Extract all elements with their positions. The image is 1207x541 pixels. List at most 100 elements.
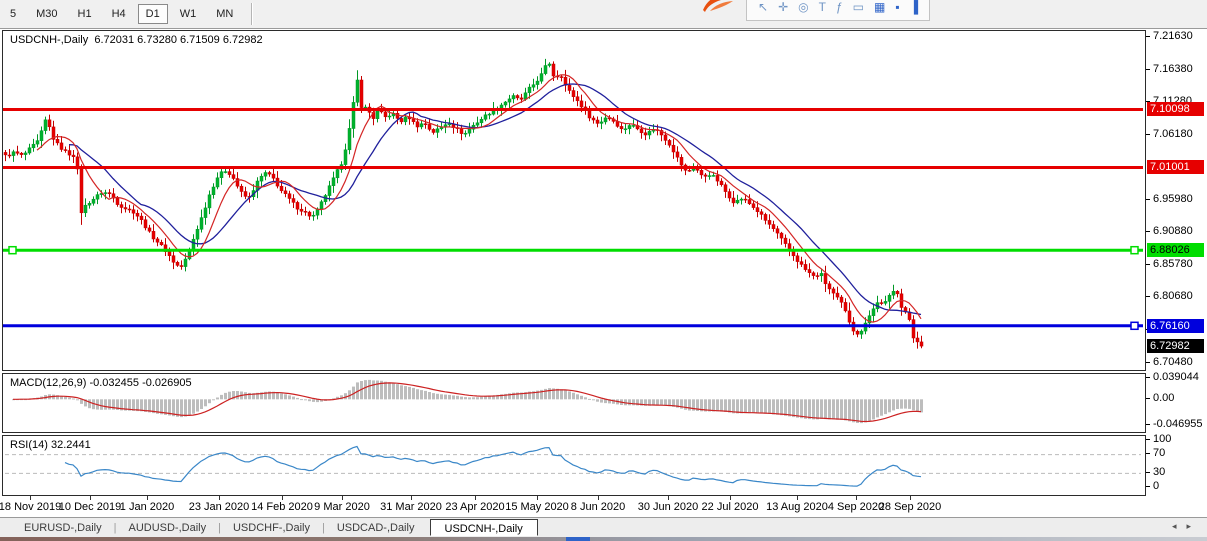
price-tick-label: 7.21630 [1153,30,1193,42]
date-label: 9 Mar 2020 [314,501,370,513]
rsi-axis-label: 0 [1153,480,1159,492]
price-tick-label: 6.95980 [1153,193,1193,205]
chart-tab-usdchf[interactable]: USDCHF-,Daily [221,520,322,536]
price-tick-mark [1146,36,1150,37]
toolbar-icons: ↖ ✛ ◎ Tƒ ▭ ▦ ▪ ▐ [746,0,930,21]
main-chart-panel[interactable]: USDCNH-,Daily 6.72031 6.73280 6.71509 6.… [2,30,1146,371]
date-label: 22 Jul 2020 [702,501,759,513]
ellipse-icon[interactable]: ◎ [798,0,808,20]
date-label: 15 May 2020 [505,501,569,513]
date-label: 31 Mar 2020 [380,501,442,513]
chart-tab-usdcad[interactable]: USDCAD-,Daily [325,520,427,536]
macd-tick-mark [1146,398,1150,399]
date-tick-mark [475,496,476,500]
toolbar-separator [251,3,253,25]
text-icon[interactable]: T [819,0,826,20]
date-tick-mark [730,496,731,500]
date-tick-mark [411,496,412,500]
window-icon[interactable]: ▪ [895,0,899,20]
chart-tab-bar: EURUSD-,Daily|AUDUSD-,Daily|USDCHF-,Dail… [0,517,1207,537]
date-tick-mark [856,496,857,500]
taskbar-edge [0,537,1207,541]
macd-axis-label: 0.039044 [1153,371,1199,383]
date-label: 8 Jun 2020 [571,501,625,513]
macd-label: MACD(12,26,9) -0.032455 -0.026905 [10,377,192,389]
date-label: 23 Apr 2020 [445,501,504,513]
macd-tick-mark [1146,424,1150,425]
candles [4,59,923,349]
price-tick-label: 6.85780 [1153,258,1193,270]
date-tick-mark [30,496,31,500]
date-label: 10 Dec 2019 [59,501,121,513]
timeframe-button-h1[interactable]: H1 [70,4,100,24]
tab-scroll-right-icon[interactable]: ▸ [1186,521,1201,531]
date-tick-mark [537,496,538,500]
template-icon[interactable]: ▭ [853,0,864,20]
timeframe-buttons: 5M30H1H4D1W1MN [0,0,253,28]
indicators-icon[interactable]: ƒ [836,0,843,20]
date-label: 1 Jan 2020 [120,501,174,513]
price-level-badge[interactable]: 6.76160 [1147,319,1204,333]
rsi-tick-mark [1146,453,1150,454]
date-label: 4 Sep 2020 [828,501,884,513]
chart-tab-audusd[interactable]: AUDUSD-,Daily [116,520,218,536]
price-tick-mark [1146,264,1150,265]
ma-slow-line [69,84,921,315]
timeframe-button-m30[interactable]: M30 [28,4,65,24]
price-tick-label: 7.06180 [1153,128,1193,140]
ma-fast-line [37,75,921,322]
tile-windows-icon[interactable]: ▦ [874,0,885,20]
date-tick-mark [342,496,343,500]
date-label: 13 Aug 2020 [766,501,828,513]
rsi-level-lines [5,455,1141,474]
cursor-icon[interactable]: ↖ [758,0,768,20]
chart-title: USDCNH-,Daily 6.72031 6.73280 6.71509 6.… [10,34,263,46]
current-price-badge: 6.72982 [1147,339,1204,353]
date-axis: 18 Nov 201910 Dec 20191 Jan 2020 23 Jan 2… [0,496,1207,517]
mt-logo-icon [700,0,740,14]
bars-icon[interactable]: ▐ [910,0,919,20]
tab-scroll-arrows[interactable]: ◂▸ [1172,521,1201,532]
price-tick-mark [1146,231,1150,232]
crosshair-icon[interactable]: ✛ [778,0,788,20]
timeframe-button-w1[interactable]: W1 [172,4,205,24]
timeframe-button-mn[interactable]: MN [208,4,241,24]
price-tick-label: 6.90880 [1153,225,1193,237]
chart-tab-eurusd[interactable]: EURUSD-,Daily [12,520,114,536]
date-tick-mark [147,496,148,500]
date-tick-mark [598,496,599,500]
rsi-panel[interactable]: RSI(14) 32.2441 [2,435,1146,496]
date-tick-mark [219,496,220,500]
chart-symbol-label: USDCNH-,Daily [10,34,88,46]
taskbar-accent [566,537,590,541]
price-level-badge[interactable]: 6.88026 [1147,243,1204,257]
date-label: 23 Jan 2020 [189,501,250,513]
price-tick-label: 7.16380 [1153,63,1193,75]
price-tick-mark [1146,296,1150,297]
price-tick-mark [1146,362,1150,363]
horizontal-line-6.76160[interactable] [3,322,1143,329]
price-tick-mark [1146,199,1150,200]
macd-panel[interactable]: MACD(12,26,9) -0.032455 -0.026905 [2,373,1146,433]
rsi-axis-label: 70 [1153,447,1165,459]
rsi-line [65,447,921,487]
timeframe-button-d1[interactable]: D1 [138,4,168,24]
date-label: 28 Sep 2020 [879,501,941,513]
date-label: 14 Feb 2020 [251,501,313,513]
chart-tab-usdcnh[interactable]: USDCNH-,Daily [430,519,538,536]
tab-scroll-left-icon[interactable]: ◂ [1172,521,1187,531]
price-tick-mark [1146,134,1150,135]
price-level-badge[interactable]: 7.10098 [1147,102,1204,116]
date-label: 18 Nov 2019 [0,501,61,513]
price-level-badge[interactable]: 7.01001 [1147,160,1204,174]
toolbar-icon-strip: ↖ ✛ ◎ Tƒ ▭ ▦ ▪ ▐ [700,0,960,27]
timeframe-button-5[interactable]: 5 [2,4,24,24]
timeframe-toolbar: 5M30H1H4D1W1MN ↖ ✛ ◎ Tƒ ▭ ▦ ▪ ▐ [0,0,1207,29]
timeframe-button-h4[interactable]: H4 [104,4,134,24]
candlestick-chart[interactable] [3,31,1143,368]
price-tick-mark [1146,69,1150,70]
macd-axis-label: -0.046955 [1153,418,1203,430]
date-label: 30 Jun 2020 [638,501,699,513]
rsi-tick-mark [1146,439,1150,440]
price-tick-label: 6.80680 [1153,290,1193,302]
